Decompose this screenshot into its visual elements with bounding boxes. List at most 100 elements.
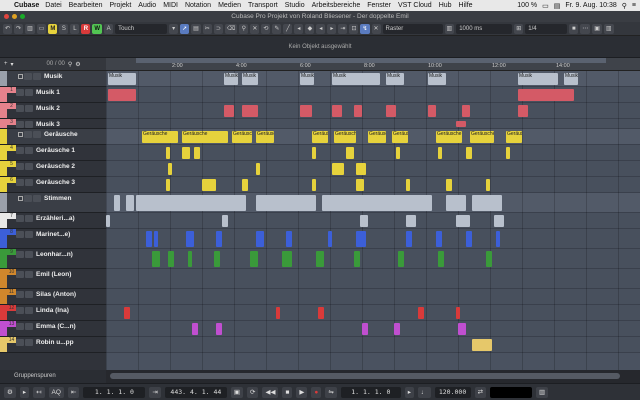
menu-projekt[interactable]: Projekt [110,2,132,9]
audio-event[interactable] [518,89,574,101]
audio-event[interactable] [346,147,354,159]
audio-event[interactable] [456,307,460,319]
track-header[interactable]: Musik [0,71,106,87]
audio-event[interactable] [286,231,292,247]
track-lane[interactable] [106,177,640,193]
audio-event[interactable] [202,179,216,191]
menu-fenster[interactable]: Fenster [367,2,391,9]
audio-event[interactable] [152,251,160,267]
stop-button-icon[interactable]: ■ [282,386,293,398]
track-header[interactable]: 5 Geräusche 2 [0,161,106,177]
pre-roll-icon[interactable]: ▸ [19,386,30,398]
track-color-strip[interactable] [0,193,7,212]
audio-event[interactable] [360,215,368,227]
track-color-strip[interactable] [0,229,7,248]
track-color-strip[interactable] [0,321,7,336]
audio-event[interactable] [506,147,510,159]
mute-track-button[interactable] [16,251,24,258]
mute-track-button[interactable] [16,339,24,346]
draw-tool-icon[interactable]: ✎ [272,23,282,34]
glue-tool-icon[interactable]: ⊃ [213,23,223,34]
mute-tool-icon[interactable]: ✕ [250,23,260,34]
mute-track-button[interactable] [24,73,32,80]
audio-event[interactable] [214,251,220,267]
track-header[interactable]: 11 Silas (Anton) [0,289,106,305]
audio-event[interactable]: Geräusche [368,131,386,143]
audio-event[interactable] [398,251,404,267]
lock-icon[interactable]: ▣ [230,386,244,398]
audio-event[interactable] [312,179,316,191]
track-color-strip[interactable] [0,119,7,128]
left-locator-display[interactable]: 1. 1. 1. 0 [83,386,146,398]
solo-track-button[interactable] [33,195,41,202]
track-header[interactable]: 7 Erzähleri...a) [0,213,106,229]
audio-event[interactable]: Geräusche [312,131,328,143]
track-color-strip[interactable] [0,129,7,144]
audio-event[interactable]: Musik [564,73,578,85]
audio-event[interactable] [332,163,344,175]
mute-track-button[interactable] [16,215,24,222]
editor-icon[interactable]: ▭ [36,23,47,34]
transport-settings-icon[interactable]: ⚙ [4,386,16,398]
zoom-window-icon[interactable] [20,14,25,19]
audio-event[interactable] [194,147,200,159]
audio-event[interactable] [300,105,312,117]
audio-event[interactable] [328,231,332,247]
solo-track-button[interactable] [25,339,33,346]
mute-track-button[interactable] [16,291,24,298]
solo-track-button[interactable] [33,73,41,80]
mute-track-button[interactable] [16,307,24,314]
audio-event[interactable]: Musik [300,73,314,85]
audio-event[interactable]: Geräusche [256,131,274,143]
track-header[interactable]: 13 Emma (C...n) [0,321,106,337]
audio-event[interactable] [276,307,280,319]
audio-event[interactable] [456,215,470,227]
menu-audio[interactable]: Audio [138,2,156,9]
audio-event[interactable]: Geräusche [142,131,178,143]
solo-track-button[interactable] [25,251,33,258]
rewind-icon[interactable]: ◀◀ [262,386,279,398]
track-color-strip[interactable] [0,213,7,228]
track-name[interactable]: Musik 2 [36,105,60,112]
audio-event[interactable] [242,105,258,117]
track-name[interactable]: Robin u...pp [36,339,74,346]
control-center-icon[interactable]: ≡ [632,2,636,9]
menu-bearbeiten[interactable]: Bearbeiten [69,2,103,9]
split-tool-icon[interactable]: ✂ [202,23,212,34]
audio-event[interactable] [332,105,342,117]
audio-event[interactable] [466,147,472,159]
menu-studio[interactable]: Studio [285,2,305,9]
track-lane[interactable] [106,321,640,337]
track-name[interactable]: Stimmen [44,195,71,202]
audio-event[interactable] [486,179,490,191]
folder-icon[interactable] [18,196,23,201]
audio-event[interactable] [322,195,432,211]
audio-event[interactable] [486,251,492,267]
undo-icon[interactable]: ↶ [3,23,13,34]
inspector-icon[interactable]: ▥ [25,23,35,34]
battery-icon[interactable]: ▭ [542,2,549,10]
mute-track-button[interactable] [16,89,24,96]
track-lane[interactable] [106,103,640,119]
audio-event[interactable] [106,215,110,227]
more-tools-icon[interactable]: ⋯ [580,23,591,34]
menu-hilfe[interactable]: Hilfe [459,2,473,9]
audio-event[interactable] [146,231,152,247]
menu-transport[interactable]: Transport [248,2,278,9]
audio-event[interactable] [108,89,136,101]
audio-event[interactable] [406,231,412,247]
menu-midi[interactable]: MIDI [163,2,178,9]
track-color-strip[interactable] [0,145,7,160]
audio-event[interactable]: Geräusche [506,131,522,143]
left-locator-icon[interactable]: ⇤ [67,386,80,398]
snap-type-select[interactable]: Raster [382,23,443,34]
audio-event[interactable] [186,231,194,247]
solo-track-button[interactable] [25,121,33,128]
right-locator-icon[interactable]: ⇥ [149,386,161,398]
battery-status[interactable]: 100 % [517,2,537,9]
autoscroll-icon[interactable]: ⇥ [338,23,348,34]
arrange-area[interactable]: Musik Musik Musik Musik Musik Musik Musik Musik… [106,71,640,370]
mute-track-button[interactable] [16,163,24,170]
audio-event[interactable]: Musik [518,73,558,85]
track-color-strip[interactable] [0,161,7,176]
